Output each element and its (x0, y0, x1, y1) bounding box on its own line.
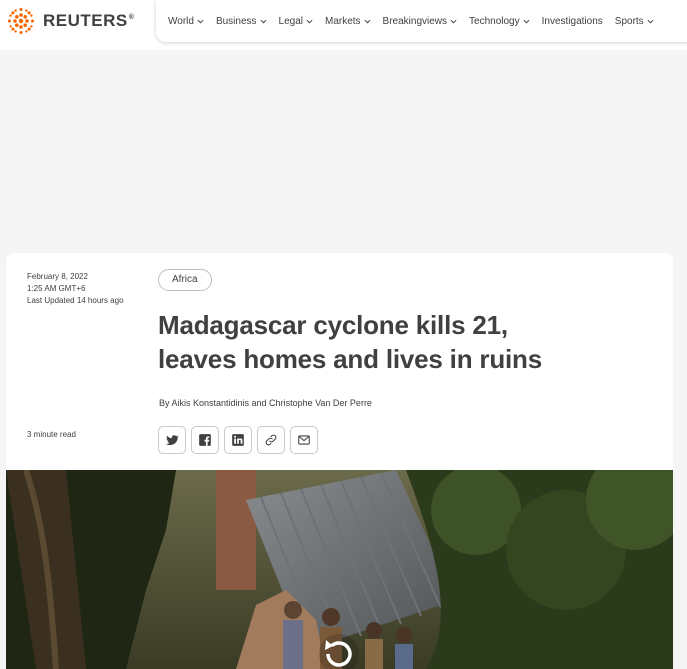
cyclone-damage-photo (6, 470, 673, 669)
copy-link-button[interactable] (257, 426, 285, 454)
chevron-down-icon (364, 19, 371, 24)
nav-item-business[interactable]: Business (216, 16, 267, 27)
nav-item-label: Investigations (541, 15, 603, 27)
nav-item-sports[interactable]: Sports (615, 16, 654, 27)
chevron-down-icon (523, 19, 530, 24)
share-bar (158, 426, 323, 454)
chevron-down-icon (450, 19, 457, 24)
headline-line-2: leaves homes and lives in ruins (158, 344, 542, 374)
nav-item-label: Sports (614, 15, 644, 27)
nav-item-label: Business (215, 15, 257, 27)
byline: By Aikis Konstantidinis and Christophe V… (159, 398, 372, 408)
share-twitter-button[interactable] (158, 426, 186, 454)
twitter-icon (165, 435, 179, 446)
nav-item-label: Breakingviews (382, 15, 448, 27)
hero-photo[interactable] (6, 470, 673, 669)
nav-item-markets[interactable]: Markets (325, 16, 371, 27)
reuters-logo-mark (8, 8, 34, 34)
nav-item-world[interactable]: World (168, 16, 204, 27)
publish-time: 1:25 AM GMT+6 (27, 284, 86, 293)
linkedin-icon (232, 434, 244, 446)
nav-item-breakingviews[interactable]: Breakingviews (383, 16, 457, 27)
chevron-down-icon (647, 19, 654, 24)
nav-item-label: Technology (469, 15, 520, 27)
main-nav: World Business Legal Markets Breakingvie… (156, 0, 687, 42)
facebook-icon (199, 434, 211, 446)
nav-item-technology[interactable]: Technology (469, 16, 530, 27)
publish-date: February 8, 2022 (27, 272, 88, 281)
reuters-logo[interactable]: REUTERS® (6, 6, 134, 36)
headline-line-1: Madagascar cyclone kills 21, (158, 310, 508, 340)
last-updated: Last Updated 14 hours ago (27, 296, 124, 305)
nav-item-legal[interactable]: Legal (279, 16, 313, 27)
share-facebook-button[interactable] (191, 426, 219, 454)
nav-item-label: Legal (278, 15, 303, 27)
site-header: REUTERS® World Business Legal Markets Br… (0, 0, 687, 44)
chevron-down-icon (306, 19, 313, 24)
nav-item-label: Markets (324, 15, 361, 27)
email-icon (298, 435, 310, 445)
share-linkedin-button[interactable] (224, 426, 252, 454)
article-meta: February 8, 2022 1:25 AM GMT+6 Last Upda… (27, 271, 124, 307)
registered-mark: ® (128, 14, 135, 22)
nav-item-label: World (168, 15, 194, 27)
share-email-button[interactable] (290, 426, 318, 454)
chevron-down-icon (260, 19, 267, 24)
nav-item-investigations[interactable]: Investigations (542, 16, 603, 27)
article-headline: Madagascar cyclone kills 21, leaves home… (158, 308, 638, 376)
link-icon (265, 434, 277, 446)
ad-placeholder (0, 50, 687, 232)
read-time: 3 minute read (27, 430, 76, 439)
chevron-down-icon (197, 19, 204, 24)
section-tag-africa[interactable]: Africa (158, 269, 212, 291)
logo-wordmark: REUTERS® (43, 11, 135, 30)
